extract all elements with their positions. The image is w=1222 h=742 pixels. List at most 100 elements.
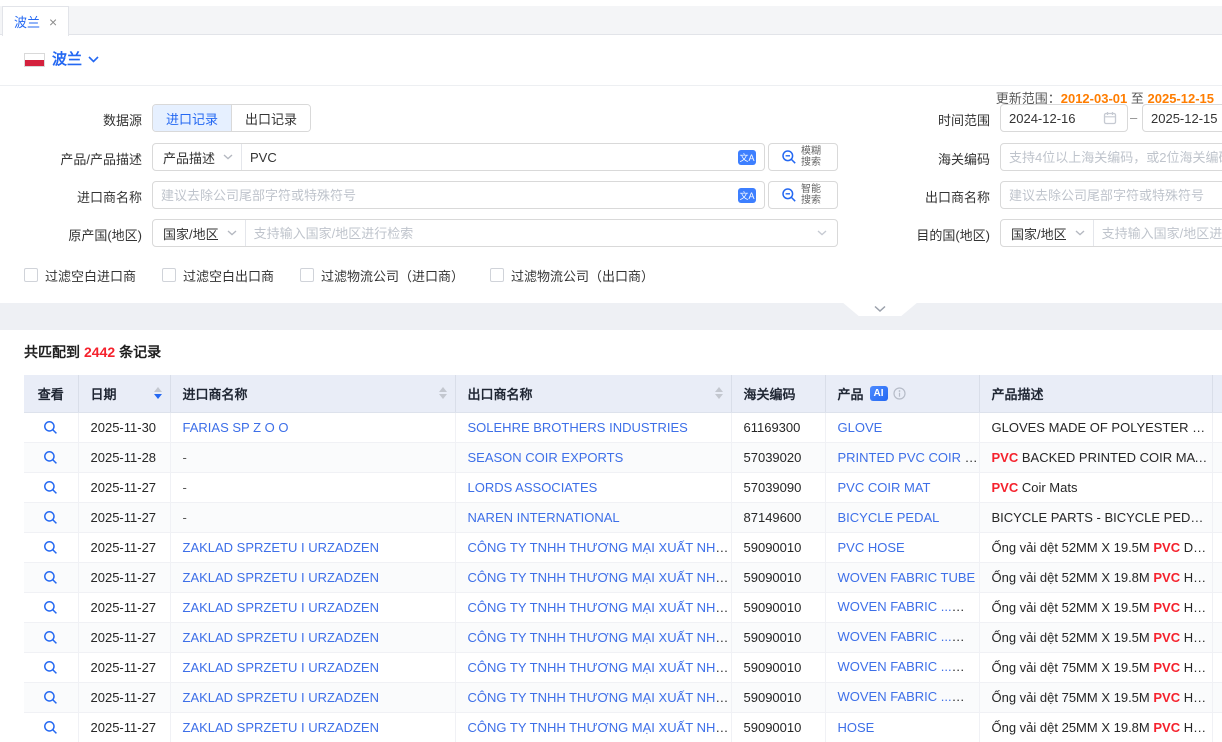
importer-link[interactable]: ZAKLAD SPRZETU I URZADZEN (183, 540, 379, 555)
origin-country-input[interactable] (246, 220, 817, 246)
view-record-button[interactable] (43, 510, 58, 525)
importer-link[interactable]: ZAKLAD SPRZETU I URZADZEN (183, 690, 379, 705)
exporter-link[interactable]: CÔNG TY TNHH THƯƠNG MẠI XUẤT NHẬP... (468, 540, 732, 555)
exporter-link[interactable]: LORDS ASSOCIATES (468, 480, 598, 495)
exporter-link[interactable]: SEASON COIR EXPORTS (468, 450, 624, 465)
info-icon[interactable] (893, 387, 906, 400)
exporter-link[interactable]: CÔNG TY TNHH THƯƠNG MẠI XUẤT NHẬP... (468, 570, 732, 585)
checkbox-filter-logistics-importer[interactable]: 过滤物流公司（进口商） (300, 266, 464, 285)
importer-input[interactable] (153, 182, 730, 208)
checkbox-icon[interactable] (300, 268, 314, 282)
smart-search-button[interactable]: 智能搜索 (768, 181, 838, 209)
product-cell: BICYCLE PEDAL (825, 502, 979, 532)
view-record-button[interactable] (43, 720, 58, 735)
chevron-down-icon[interactable] (88, 56, 99, 63)
importer-link[interactable]: ZAKLAD SPRZETU I URZADZEN (183, 720, 379, 735)
spacer-cell (1212, 622, 1222, 652)
checkbox-icon[interactable] (24, 268, 38, 282)
hs-code-cell: 61169300 (731, 412, 825, 442)
description-cell: Ống vải dệt 52MM X 19.8M PVC HOS... (979, 562, 1212, 592)
view-record-button[interactable] (43, 630, 58, 645)
view-record-button[interactable] (43, 540, 58, 555)
magnifier-icon (43, 450, 58, 465)
product-link[interactable]: GLOVE (838, 420, 883, 435)
product-link[interactable]: PRINTED PVC COIR M... (838, 450, 980, 465)
exporter-link[interactable]: CÔNG TY TNHH THƯƠNG MẠI XUẤT NHẬP... (468, 660, 732, 675)
product-link[interactable]: BICYCLE PEDAL (838, 510, 940, 525)
importer-cell: ZAKLAD SPRZETU I URZADZEN (170, 592, 455, 622)
close-icon[interactable]: × (49, 15, 57, 29)
calendar-icon[interactable] (1103, 111, 1117, 125)
importer-link[interactable]: - (183, 450, 187, 465)
tab-export-records[interactable]: 出口记录 (231, 105, 310, 131)
checkbox-icon[interactable] (162, 268, 176, 282)
date-cell: 2025-11-27 (78, 712, 170, 742)
exporter-input[interactable] (1001, 182, 1222, 208)
importer-link[interactable]: - (183, 480, 187, 495)
exporter-link[interactable]: CÔNG TY TNHH THƯƠNG MẠI XUẤT NHẬP... (468, 690, 732, 705)
date-end-input[interactable] (1143, 105, 1222, 131)
importer-link[interactable]: ZAKLAD SPRZETU I URZADZEN (183, 570, 379, 585)
product-input[interactable] (242, 144, 730, 170)
product-link[interactable]: WOVEN FABRIC TUBE (838, 570, 976, 585)
exporter-link[interactable]: CÔNG TY TNHH THƯƠNG MẠI XUẤT NHẬP... (468, 720, 732, 735)
importer-link[interactable]: FARIAS SP Z O O (183, 420, 289, 435)
column-header-description: 产品描述 (979, 375, 1212, 412)
product-link[interactable]: PVC COIR MAT (838, 480, 931, 495)
destination-country-input[interactable] (1094, 220, 1222, 246)
description-cell: GLOVES MADE OF POLYESTER PVC C... (979, 412, 1212, 442)
view-record-button[interactable] (43, 570, 58, 585)
exporter-link[interactable]: CÔNG TY TNHH THƯƠNG MẠI XUẤT NHẬP... (468, 630, 732, 645)
country-name[interactable]: 波兰 (52, 48, 82, 69)
collapse-form-handle[interactable] (842, 302, 918, 316)
product-link[interactable]: HOSE (838, 720, 875, 735)
destination-country-select[interactable]: 国家/地区 (1001, 220, 1094, 246)
description-cell: BICYCLE PARTS - BICYCLE PEDAL, PVC (979, 502, 1212, 532)
importer-link[interactable]: ZAKLAD SPRZETU I URZADZEN (183, 660, 379, 675)
exporter-cell: NAREN INTERNATIONAL (455, 502, 731, 532)
time-range-label: 时间范围 (848, 110, 990, 129)
checkbox-filter-blank-exporter[interactable]: 过滤空白出口商 (162, 266, 274, 285)
checkbox-filter-logistics-exporter[interactable]: 过滤物流公司（出口商） (490, 266, 654, 285)
exporter-link[interactable]: NAREN INTERNATIONAL (468, 510, 620, 525)
chevron-down-icon[interactable] (817, 230, 827, 236)
importer-link[interactable]: - (183, 510, 187, 525)
sort-carets[interactable] (715, 387, 723, 399)
tab-import-records[interactable]: 进口记录 (153, 105, 231, 131)
checkbox-filter-blank-importer[interactable]: 过滤空白进口商 (24, 266, 136, 285)
translate-icon[interactable]: 文A (738, 150, 756, 165)
importer-link[interactable]: ZAKLAD SPRZETU I URZADZEN (183, 600, 379, 615)
sort-carets[interactable] (439, 387, 447, 399)
product-link[interactable]: WOVEN FABRIC ... (838, 599, 965, 614)
origin-country-select[interactable]: 国家/地区 (153, 220, 246, 246)
fuzzy-search-button[interactable]: 模糊搜索 (768, 143, 838, 171)
view-record-button[interactable] (43, 450, 58, 465)
view-record-button[interactable] (43, 660, 58, 675)
magnifier-icon (43, 570, 58, 585)
date-start-input[interactable] (1001, 105, 1103, 131)
column-header-exporter[interactable]: 出口商名称 (455, 375, 731, 412)
importer-link[interactable]: ZAKLAD SPRZETU I URZADZEN (183, 630, 379, 645)
hs-code-input[interactable] (1001, 144, 1222, 170)
view-record-button[interactable] (43, 480, 58, 495)
exporter-link[interactable]: SOLEHRE BROTHERS INDUSTRIES (468, 420, 688, 435)
view-record-button[interactable] (43, 690, 58, 705)
checkbox-icon[interactable] (490, 268, 504, 282)
product-type-select[interactable]: 产品描述 (153, 144, 242, 170)
column-header-date[interactable]: 日期 (78, 375, 170, 412)
view-record-button[interactable] (43, 420, 58, 435)
translate-icon[interactable]: 文A (738, 188, 756, 203)
product-link[interactable]: WOVEN FABRIC ... (838, 659, 965, 674)
date-cell: 2025-11-27 (78, 532, 170, 562)
view-record-button[interactable] (43, 600, 58, 615)
results-panel: 共匹配到2442条记录 查看 日期 进口商名称 出口商名称 (0, 330, 1222, 742)
sort-carets[interactable] (154, 387, 162, 399)
product-cell: WOVEN FABRIC ...+1 (825, 652, 979, 682)
product-link[interactable]: WOVEN FABRIC ... (838, 629, 965, 644)
product-link[interactable]: WOVEN FABRIC ... (838, 689, 965, 704)
column-header-importer[interactable]: 进口商名称 (170, 375, 455, 412)
exporter-link[interactable]: CÔNG TY TNHH THƯƠNG MẠI XUẤT NHẬP... (468, 600, 732, 615)
importer-cell: - (170, 442, 455, 472)
tab-poland[interactable]: 波兰 × (2, 6, 69, 36)
product-link[interactable]: PVC HOSE (838, 540, 905, 555)
